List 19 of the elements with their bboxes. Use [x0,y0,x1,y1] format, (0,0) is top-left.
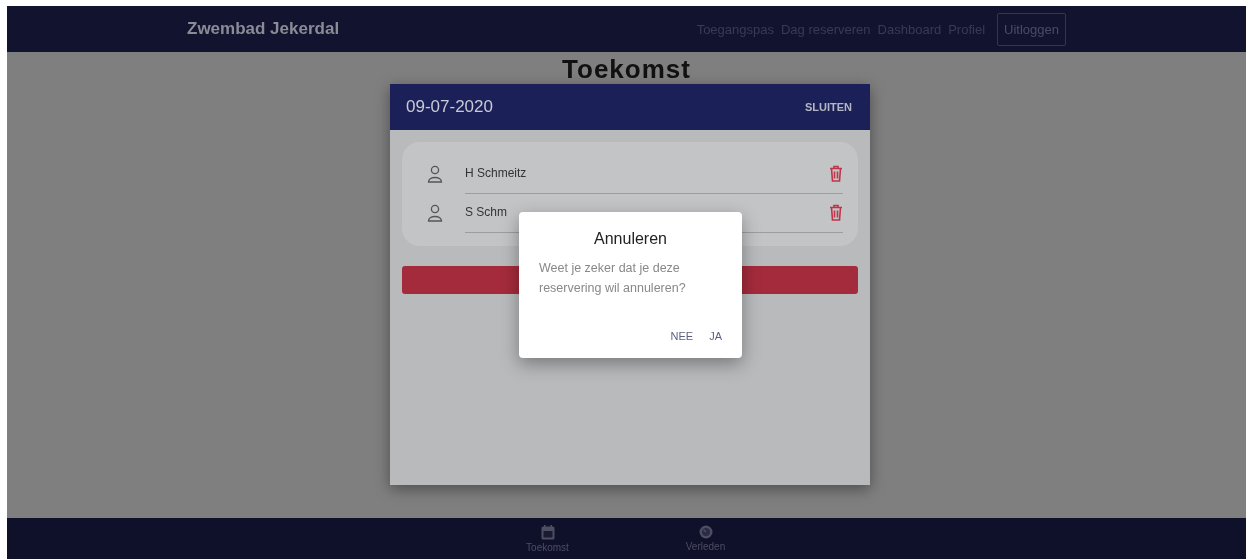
brand-name[interactable]: Zwembad Jekerdal [187,19,340,39]
trash-icon[interactable] [829,164,843,182]
dialog-message: Weet je zeker dat je deze reservering wil annuleren? [539,260,687,297]
guest-name: S Schm [465,205,507,219]
dialog-button[interactable]: JA [709,330,722,342]
guest-name: H Schmeitz [465,166,527,180]
dialog-title: Annuleren [594,230,667,248]
close-button[interactable]: SLUITEN [798,100,858,114]
calendar-icon [540,524,555,540]
person-icon [427,203,443,222]
person-icon [427,164,443,183]
clock-icon [698,525,713,539]
logout-button[interactable]: Uitloggen [997,12,1066,46]
modal-title: 09-07-2020 [406,97,493,117]
bottom-nav-item[interactable]: Verleden [675,518,736,559]
bottom-nav-item[interactable]: Toekomst [517,518,578,559]
trash-icon[interactable] [829,203,843,221]
dialog-button[interactable]: NEE [670,330,694,342]
page-title: Toekomst [562,56,691,83]
